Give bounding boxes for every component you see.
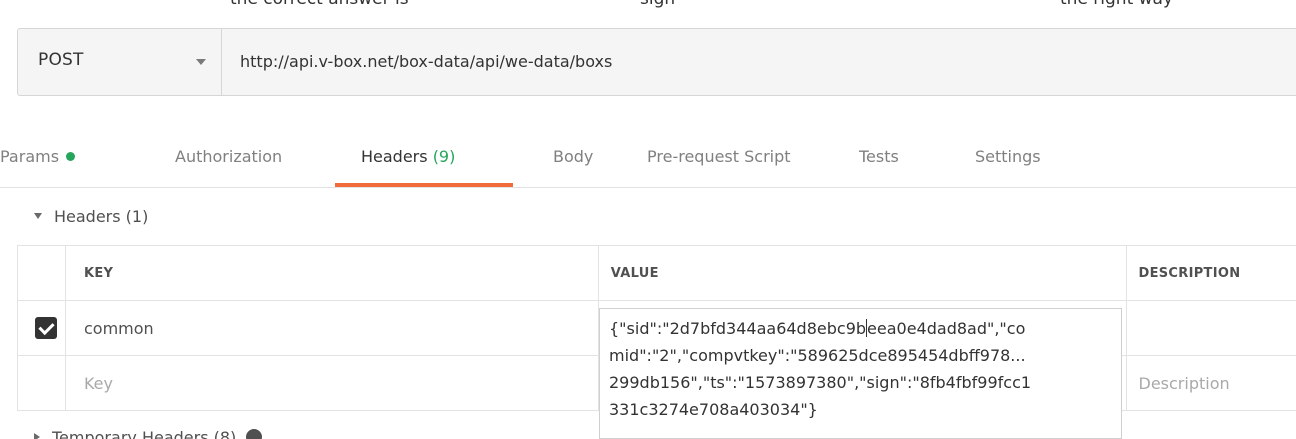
column-key: KEY <box>64 245 599 301</box>
value-text-line2: mid":"2","compvtkey":"589625dce895454dbf… <box>609 346 1026 365</box>
url-input[interactable] <box>240 29 1270 95</box>
caret-right-icon <box>34 433 40 439</box>
value-text-line1b: eea0e4dad8ad","co <box>867 319 1026 338</box>
headers-section-toggle[interactable]: Headers (1) <box>34 207 148 226</box>
description-placeholder[interactable]: Description <box>1125 355 1296 411</box>
temporary-headers-toggle[interactable]: Temporary Headers (8) <box>34 428 263 439</box>
header-check-cell <box>17 245 66 301</box>
value-editor[interactable]: {"sid":"2d7bfd344aa64d8ebc9beea0e4dad8ad… <box>599 308 1122 439</box>
row-key-cell[interactable]: common <box>64 300 599 356</box>
tab-label: Headers <box>361 147 428 166</box>
value-text-line1a: {"sid":"2d7bfd344aa64d8ebc9b <box>609 319 867 338</box>
tab-authorization[interactable]: Authorization <box>175 147 282 166</box>
cropped-text-2: sign <box>640 0 675 9</box>
info-icon[interactable] <box>246 429 263 439</box>
method-label: POST <box>38 50 84 70</box>
tab-label: Params <box>0 147 60 166</box>
tab-headers[interactable]: Headers (9) <box>361 147 455 166</box>
cropped-top-text: the correct answer is sign the right way <box>0 0 1296 10</box>
column-description: DESCRIPTION <box>1125 245 1296 301</box>
active-tab-indicator <box>335 183 513 187</box>
tab-body[interactable]: Body <box>553 147 593 166</box>
params-active-dot <box>66 152 76 161</box>
request-url-bar: POST <box>17 28 1296 96</box>
headers-count: (9) <box>432 147 456 166</box>
cropped-text-3: the right way <box>1060 0 1173 9</box>
value-text-line3: 299db156","ts":"1573897380","sign":"8fb4… <box>609 373 1032 392</box>
value-text-line4: 331c3274e708a403034"} <box>609 400 818 419</box>
tab-tests[interactable]: Tests <box>859 147 899 166</box>
table-header-row: KEY VALUE DESCRIPTION <box>17 245 1296 301</box>
temporary-headers-label: Temporary Headers (8) <box>52 428 237 439</box>
new-row-check-cell <box>17 355 66 411</box>
tab-pre-request-script[interactable]: Pre-request Script <box>647 147 791 166</box>
cropped-text-1: the correct answer is <box>230 0 409 9</box>
chevron-down-icon <box>196 59 206 65</box>
row-check-cell <box>17 300 66 356</box>
headers-section-label: Headers (1) <box>54 207 149 226</box>
tab-settings[interactable]: Settings <box>975 147 1041 166</box>
method-select[interactable]: POST <box>18 29 222 95</box>
request-tabs: Params Authorization Headers (9) Body Pr… <box>0 128 1296 188</box>
caret-down-icon <box>34 213 42 219</box>
tab-params[interactable]: Params <box>0 147 76 166</box>
key-placeholder[interactable]: Key <box>64 355 599 411</box>
column-value: VALUE <box>597 245 1127 301</box>
row-description-cell[interactable] <box>1125 300 1296 356</box>
row-enabled-checkbox[interactable] <box>35 317 57 339</box>
